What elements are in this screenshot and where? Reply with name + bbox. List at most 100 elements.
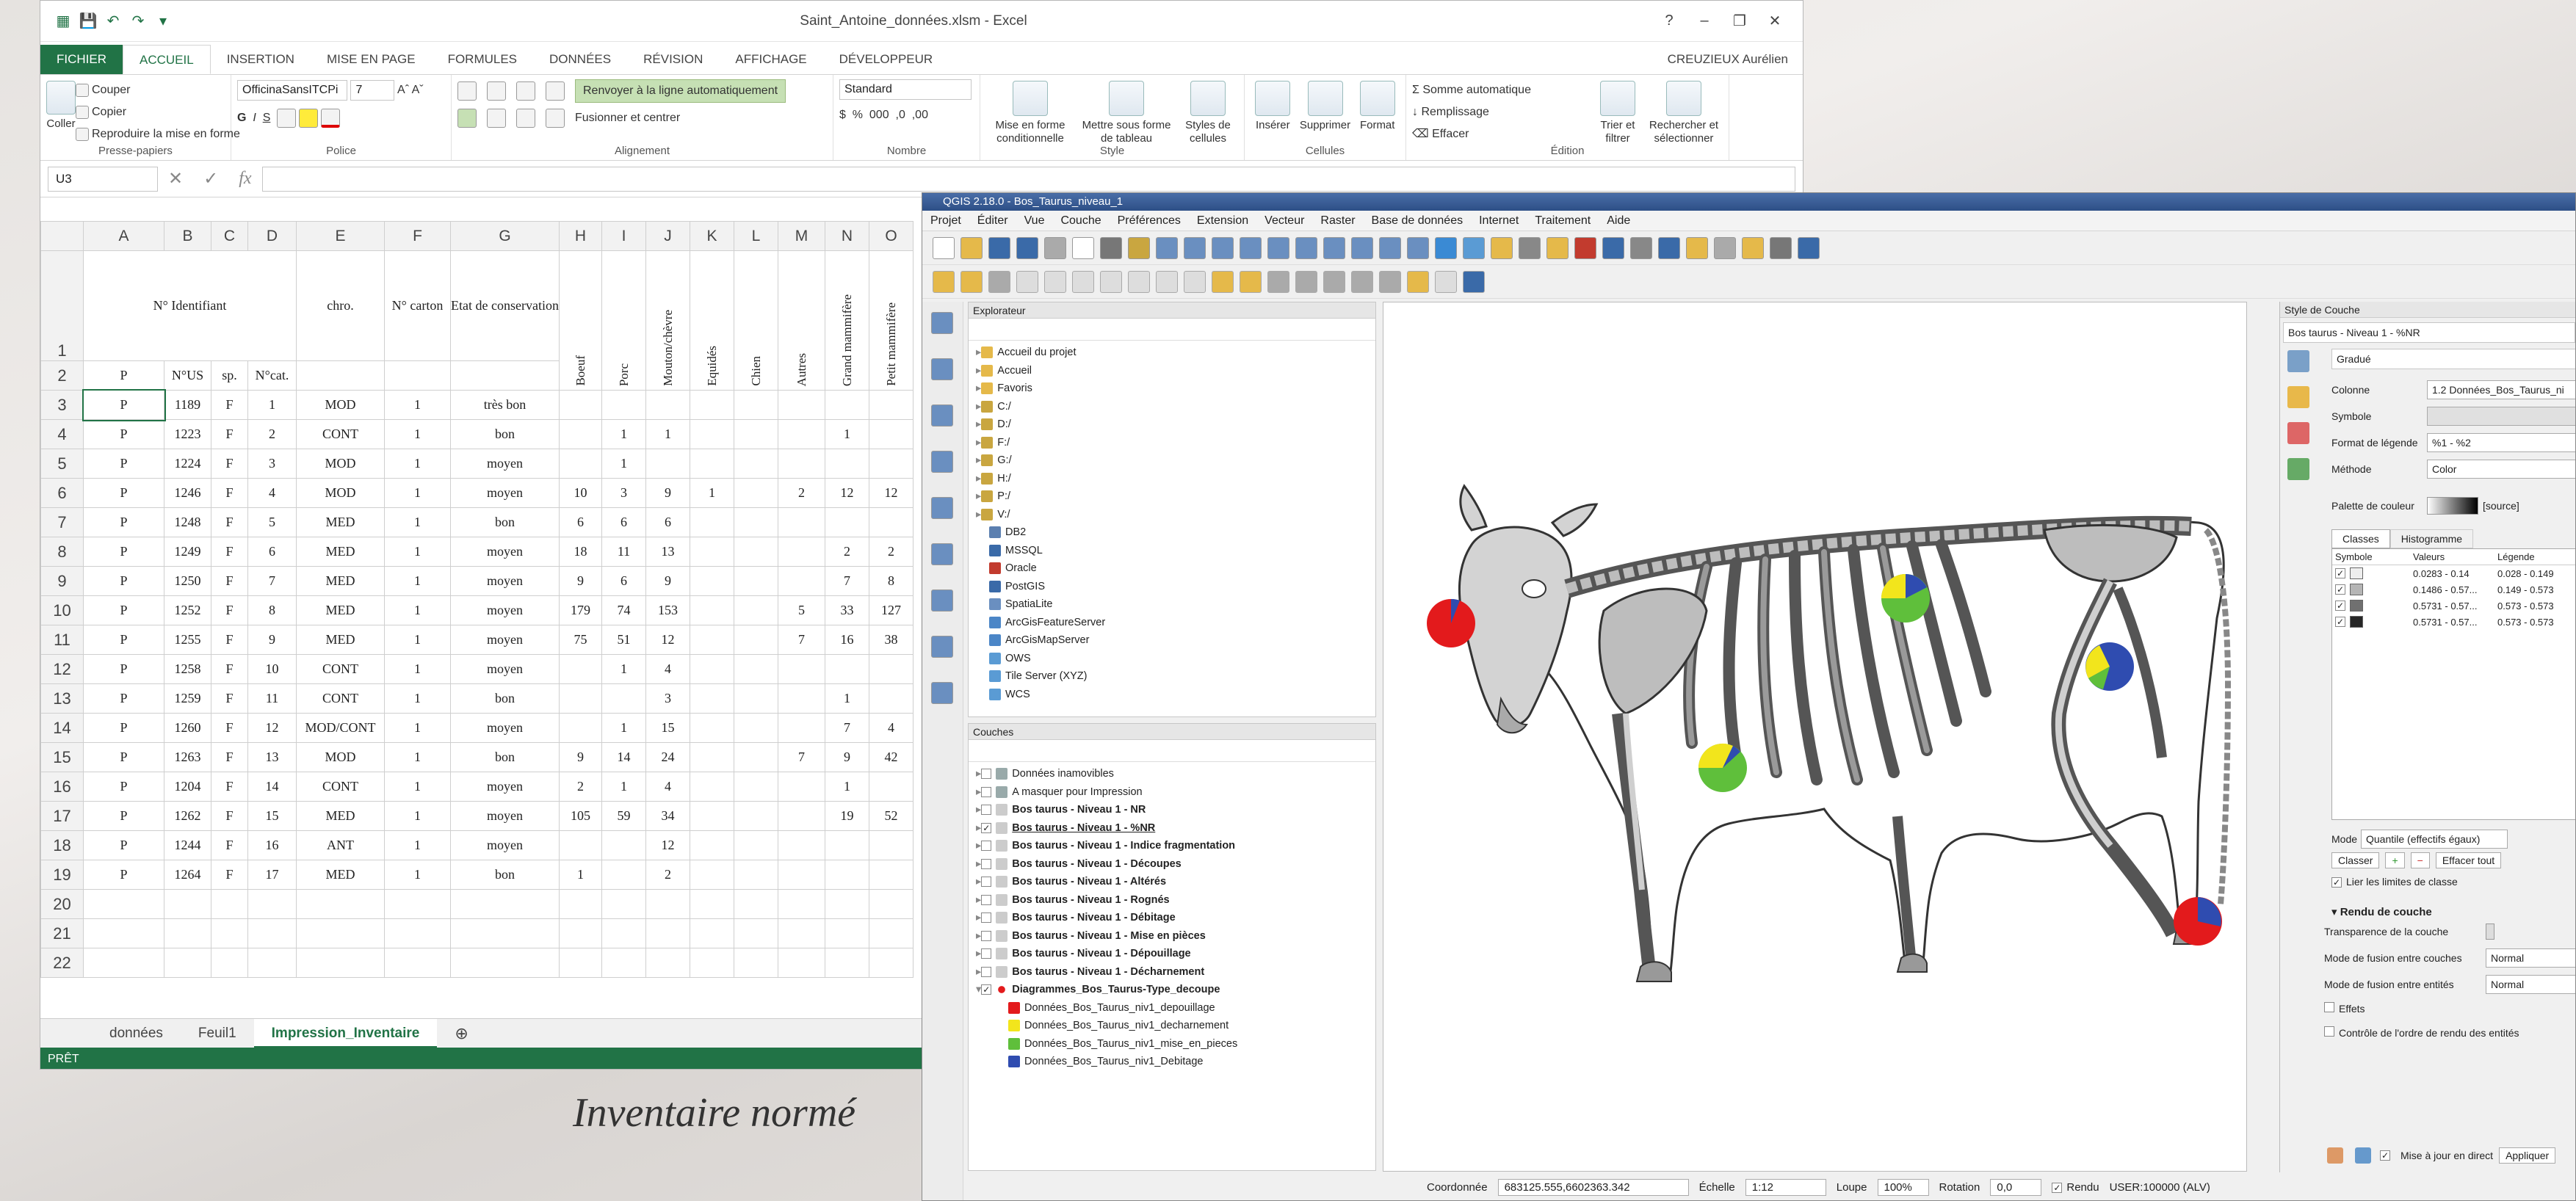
menu-aide[interactable]: Aide (1599, 211, 1638, 231)
class-values[interactable]: 0.0283 - 0.14 (2413, 568, 2497, 579)
cell[interactable] (645, 918, 690, 948)
species-header[interactable]: Autres (778, 250, 825, 391)
column-header[interactable]: H (559, 221, 602, 251)
class-values[interactable]: 0.1486 - 0.57... (2413, 584, 2497, 595)
column-header[interactable]: O (869, 221, 913, 251)
cell[interactable]: MED (296, 860, 385, 890)
cell[interactable]: P (83, 772, 164, 802)
cell[interactable] (778, 830, 825, 860)
p-header[interactable]: P (83, 360, 164, 391)
minimize-icon[interactable]: – (1687, 12, 1722, 29)
layer-item[interactable]: ▸ Bos taurus - Niveau 1 - Décharnement (976, 963, 1375, 982)
class-legend[interactable]: 0.573 - 0.573 (2497, 617, 2554, 628)
cell[interactable] (778, 860, 825, 890)
cell[interactable]: MOD (296, 390, 385, 420)
cell[interactable]: 17 (247, 860, 297, 890)
cell[interactable] (559, 948, 602, 978)
cell[interactable]: moyen (450, 537, 560, 567)
expand-icon[interactable]: ▸ (976, 451, 981, 470)
cell[interactable] (734, 713, 778, 743)
cell[interactable]: 12 (869, 478, 913, 508)
cell[interactable]: F (211, 478, 248, 508)
cell[interactable]: 2 (825, 537, 869, 567)
cell[interactable] (869, 830, 913, 860)
cell[interactable]: 7 (778, 742, 825, 772)
cell[interactable] (825, 654, 869, 684)
text-annotation-icon[interactable] (1742, 236, 1764, 259)
cell[interactable] (296, 948, 385, 978)
cell[interactable] (690, 390, 734, 420)
cell[interactable]: 1 (384, 830, 451, 860)
species-header[interactable]: Chien (734, 250, 778, 391)
browser-item[interactable]: ▸ P:/ (976, 487, 1375, 506)
labels-icon[interactable] (2287, 386, 2309, 408)
row-header[interactable]: 10 (40, 595, 84, 625)
cell[interactable] (690, 683, 734, 714)
mode-select[interactable]: Quantile (effectifs égaux) (2361, 830, 2508, 849)
cell[interactable]: 4 (247, 478, 297, 508)
expand-icon[interactable]: ▸ (976, 873, 981, 891)
add-raster-icon[interactable] (931, 358, 953, 380)
cell[interactable] (869, 860, 913, 890)
class-row[interactable]: ✓ 0.1486 - 0.57... 0.149 - 0.573 (2332, 581, 2575, 598)
cell[interactable] (211, 918, 248, 948)
cell[interactable]: MED (296, 801, 385, 831)
cell[interactable]: P (83, 625, 164, 655)
cell[interactable] (690, 742, 734, 772)
cell[interactable] (869, 507, 913, 537)
browser-item[interactable]: ArcGisMapServer (976, 631, 1375, 650)
cell[interactable] (645, 948, 690, 978)
column-header[interactable]: G (450, 221, 560, 251)
row-header[interactable]: 13 (40, 683, 84, 714)
cell[interactable]: 9 (559, 742, 602, 772)
new-project-icon[interactable] (933, 236, 955, 259)
cell[interactable]: F (211, 566, 248, 596)
cell[interactable]: 16 (825, 625, 869, 655)
cell[interactable]: 1 (825, 772, 869, 802)
cell[interactable]: 1248 (164, 507, 211, 537)
row-header[interactable]: 4 (40, 419, 84, 449)
edit-pencil-icon[interactable] (960, 270, 983, 293)
cell[interactable]: 1 (384, 625, 451, 655)
symbol-button[interactable] (2427, 407, 2575, 426)
zoom-last-icon[interactable] (1323, 236, 1345, 259)
expand-icon[interactable]: ▸ (976, 487, 981, 506)
tab-insertion[interactable]: INSERTION (211, 45, 311, 74)
cell[interactable]: F (211, 713, 248, 743)
cell[interactable] (690, 625, 734, 655)
cell[interactable]: bon (450, 683, 560, 714)
cell[interactable] (778, 948, 825, 978)
cell[interactable]: 34 (645, 801, 690, 831)
orientation-icon[interactable] (546, 81, 565, 101)
borders-icon[interactable] (277, 108, 297, 128)
browser-item[interactable]: Tile Server (XYZ) (976, 667, 1375, 686)
cell[interactable] (559, 449, 602, 479)
pie-head[interactable] (1427, 598, 1475, 647)
column-header[interactable]: J (645, 221, 690, 251)
identifiant-header[interactable]: N° Identifiant (83, 250, 297, 361)
cell[interactable]: 12 (645, 830, 690, 860)
expand-icon[interactable]: ▸ (976, 765, 981, 783)
formula-input[interactable] (261, 166, 1795, 192)
cell[interactable]: 1 (384, 801, 451, 831)
cell[interactable]: 1246 (164, 478, 211, 508)
cancel-icon[interactable]: ✕ (168, 168, 183, 189)
cell[interactable]: F (211, 801, 248, 831)
cell[interactable] (601, 948, 646, 978)
print-layout-icon[interactable] (1044, 236, 1066, 259)
cell[interactable]: 1 (384, 478, 451, 508)
cell[interactable]: 13 (247, 742, 297, 772)
pie-femur[interactable] (2085, 642, 2134, 691)
cut-button[interactable]: Couper (76, 79, 240, 101)
species-header[interactable]: Petit mammifère (869, 250, 913, 391)
cell[interactable]: F (211, 772, 248, 802)
render-checkbox[interactable]: ✓ Rendu (2052, 1181, 2099, 1194)
cell[interactable]: 10 (247, 654, 297, 684)
layer-visibility-checkbox[interactable] (981, 769, 992, 780)
align-middle-icon[interactable] (487, 81, 506, 101)
show-labels-icon[interactable] (1295, 270, 1317, 293)
cell[interactable]: 2 (645, 860, 690, 890)
change-label-icon[interactable] (1379, 270, 1401, 293)
row-header[interactable]: 1 (40, 250, 84, 361)
cell[interactable] (559, 713, 602, 743)
